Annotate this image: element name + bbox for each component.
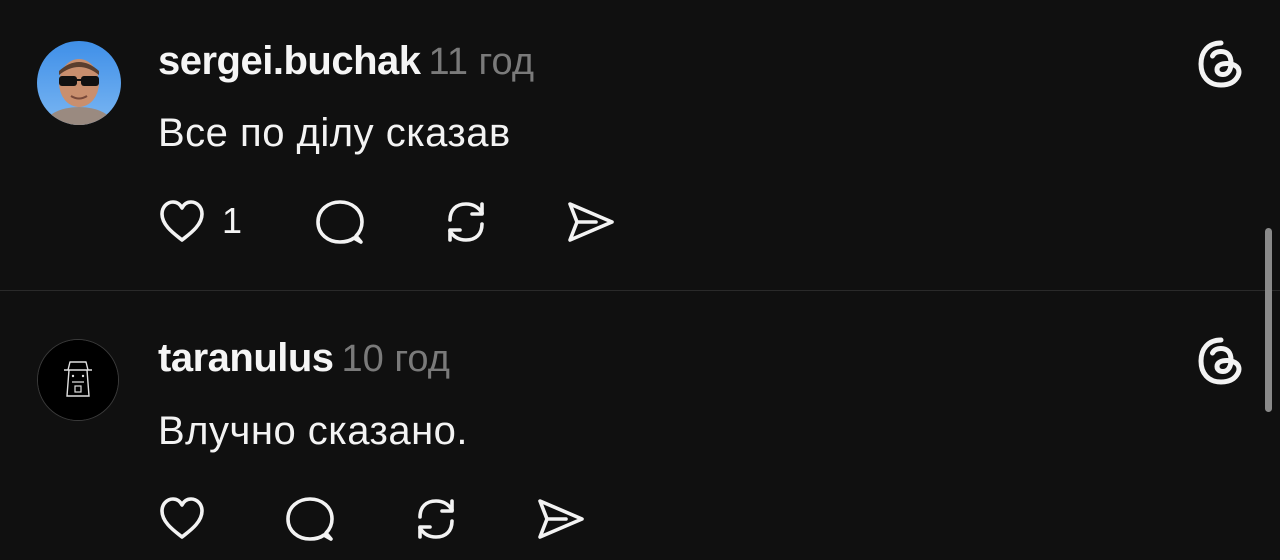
scrollbar[interactable] [1265,228,1272,412]
reply-button[interactable] [314,196,366,248]
like-button[interactable] [156,493,208,545]
send-icon [568,202,614,242]
heart-icon [160,497,204,539]
repost-icon [418,499,454,539]
reply-button[interactable] [284,493,336,545]
repost-button[interactable] [440,196,492,248]
like-count: 1 [222,200,243,241]
username[interactable]: sergei.buchak [158,39,421,83]
post-header: sergei.buchak 11 год [158,41,534,82]
comment-bubble-icon [316,200,364,244]
like-button[interactable] [156,196,208,248]
heart-icon [160,200,204,242]
threads-logo-icon[interactable] [1196,39,1246,89]
avatar[interactable] [37,41,121,125]
username[interactable]: taranulus [158,336,334,380]
share-button[interactable] [534,493,586,545]
post-text: Все по ділу сказав [158,111,511,155]
send-icon [538,499,584,539]
post-header: taranulus 10 год [158,338,450,379]
avatar[interactable] [37,339,119,421]
user-photo-sunglasses-icon [37,41,121,125]
threads-feed: sergei.buchak 11 год Все по ділу сказав 1 [0,0,1280,560]
timestamp: 11 год [428,41,535,83]
repost-icon [448,202,484,242]
comment-bubble-icon [286,497,334,541]
post-text: Влучно сказано. [158,409,469,453]
post: taranulus 10 год Влучно сказано. [0,291,1280,560]
threads-logo-icon[interactable] [1196,336,1246,386]
timestamp: 10 год [341,338,450,380]
post: sergei.buchak 11 год Все по ділу сказав 1 [0,0,1280,290]
share-button[interactable] [564,196,616,248]
repost-button[interactable] [410,493,462,545]
hat-figure-doodle-icon [38,340,118,420]
